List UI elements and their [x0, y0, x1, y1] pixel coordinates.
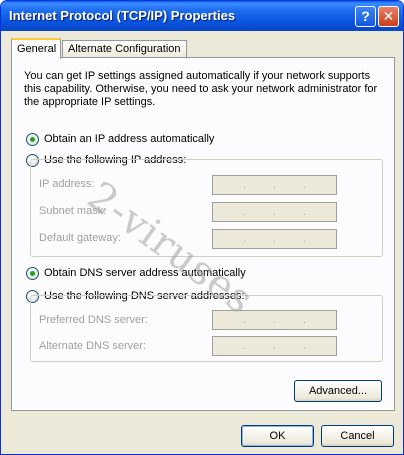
window-title: Internet Protocol (TCP/IP) Properties — [9, 8, 236, 23]
ip-address-input[interactable]: ... — [212, 175, 337, 195]
radio-selected-icon[interactable] — [26, 266, 39, 280]
dialog-window: Internet Protocol (TCP/IP) Properties ? … — [0, 0, 404, 455]
advanced-button[interactable]: Advanced... — [294, 380, 382, 402]
close-button[interactable]: ✕ — [378, 6, 399, 27]
field-label-default-gateway: Default gateway: — [39, 232, 121, 244]
general-tab-panel: You can get IP settings assigned automat… — [11, 57, 395, 411]
close-icon: ✕ — [382, 8, 395, 24]
intro-text: You can get IP settings assigned automat… — [24, 70, 378, 108]
preferred-dns-input[interactable]: ... — [212, 310, 337, 330]
radio-label: Obtain DNS server address automatically — [44, 267, 246, 279]
ok-button[interactable]: OK — [241, 425, 314, 447]
dns-server-group: Preferred DNS server: ... Alternate DNS … — [30, 295, 383, 362]
field-label-ip-address: IP address: — [39, 178, 95, 190]
radio-label: Obtain an IP address automatically — [44, 133, 215, 145]
radio-obtain-ip-auto[interactable]: Obtain an IP address automatically — [26, 132, 214, 146]
radio-obtain-dns-auto[interactable]: Obtain DNS server address automatically — [26, 266, 246, 280]
field-label-preferred-dns: Preferred DNS server: — [39, 314, 148, 326]
cancel-button[interactable]: Cancel — [321, 425, 394, 447]
alternate-dns-input[interactable]: ... — [212, 336, 337, 356]
help-button[interactable]: ? — [355, 6, 376, 27]
help-icon: ? — [361, 8, 370, 24]
default-gateway-input[interactable]: ... — [212, 229, 337, 249]
field-label-alternate-dns: Alternate DNS server: — [39, 340, 146, 352]
ip-address-group: IP address: ... Subnet mask: ... Default… — [30, 159, 383, 257]
radio-selected-icon[interactable] — [26, 132, 39, 146]
field-label-subnet-mask: Subnet mask: — [39, 205, 107, 217]
title-bar[interactable]: Internet Protocol (TCP/IP) Properties ? … — [1, 1, 403, 31]
tab-general[interactable]: General — [11, 38, 61, 59]
tab-alternate-configuration[interactable]: Alternate Configuration — [62, 40, 187, 58]
subnet-mask-input[interactable]: ... — [212, 202, 337, 222]
